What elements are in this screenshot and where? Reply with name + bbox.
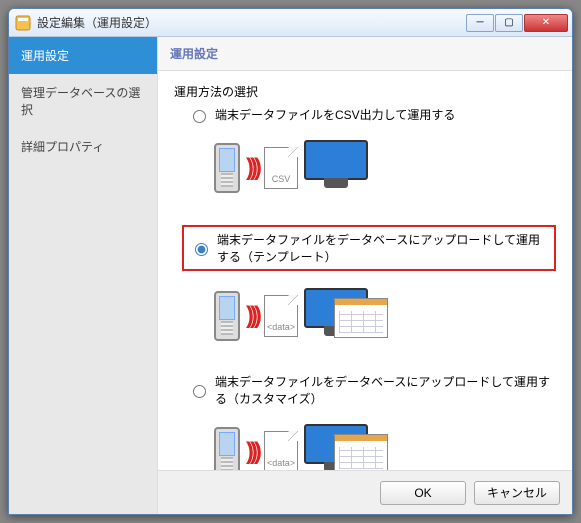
close-button[interactable]: ✕ (524, 14, 568, 32)
option-db-custom[interactable]: 端末データファイルをデータベースにアップロードして運用する（カスタマイズ） (188, 373, 556, 407)
sidebar: 運用設定 管理データベースの選択 詳細プロパティ (9, 37, 157, 514)
ok-button[interactable]: OK (380, 481, 466, 505)
cancel-button[interactable]: キャンセル (474, 481, 560, 505)
monitor-wrap (304, 140, 384, 196)
option-csv-radio[interactable] (193, 110, 206, 123)
diagram-csv: ))) CSV (214, 135, 556, 201)
file-icon: <data> (264, 295, 298, 337)
section-label: 運用方法の選択 (174, 83, 556, 100)
signal-icon: ))) (246, 438, 258, 466)
signal-icon: ))) (246, 154, 258, 182)
sidebar-item-label: 管理データベースの選択 (21, 86, 140, 117)
sidebar-item-label: 詳細プロパティ (21, 140, 104, 154)
db-window-icon (334, 298, 388, 338)
monitor-wrap (304, 424, 384, 470)
db-window-icon (334, 434, 388, 470)
main-panel: 運用設定 運用方法の選択 端末データファイルをCSV出力して運用する ))) C… (157, 37, 572, 514)
option-db-template[interactable]: 端末データファイルをデータベースにアップロードして運用する（テンプレート） (182, 225, 556, 271)
window-body: 運用設定 管理データベースの選択 詳細プロパティ 運用設定 運用方法の選択 端末… (9, 37, 572, 514)
diagram-db-template: ))) <data> (214, 283, 556, 349)
sidebar-item-database[interactable]: 管理データベースの選択 (9, 74, 157, 128)
device-icon (214, 291, 240, 341)
panel-content: 運用方法の選択 端末データファイルをCSV出力して運用する ))) CSV (158, 71, 572, 470)
titlebar[interactable]: 設定編集（運用設定） ─ ▢ ✕ (9, 9, 572, 37)
option-csv[interactable]: 端末データファイルをCSV出力して運用する (188, 106, 556, 123)
device-icon (214, 143, 240, 193)
monitor-icon (304, 140, 368, 180)
window-title: 設定編集（運用設定） (37, 14, 466, 31)
window-controls: ─ ▢ ✕ (466, 14, 568, 32)
sidebar-item-operation[interactable]: 運用設定 (9, 37, 157, 74)
settings-window: 設定編集（運用設定） ─ ▢ ✕ 運用設定 管理データベースの選択 詳細プロパテ… (8, 8, 573, 515)
option-db-custom-radio[interactable] (193, 385, 206, 398)
minimize-button[interactable]: ─ (466, 14, 494, 32)
file-icon: <data> (264, 431, 298, 470)
option-db-template-label: 端末データファイルをデータベースにアップロードして運用する（テンプレート） (217, 231, 548, 265)
footer: OK キャンセル (158, 470, 572, 514)
sidebar-item-properties[interactable]: 詳細プロパティ (9, 128, 157, 165)
app-icon (15, 15, 31, 31)
option-db-template-radio[interactable] (195, 243, 208, 256)
panel-header: 運用設定 (158, 37, 572, 71)
maximize-button[interactable]: ▢ (495, 14, 523, 32)
signal-icon: ))) (246, 302, 258, 330)
file-icon: CSV (264, 147, 298, 189)
monitor-wrap (304, 288, 384, 344)
option-db-custom-label: 端末データファイルをデータベースにアップロードして運用する（カスタマイズ） (215, 373, 556, 407)
diagram-db-custom: ))) <data> (214, 419, 556, 470)
sidebar-item-label: 運用設定 (21, 49, 69, 63)
device-icon (214, 427, 240, 470)
option-csv-label: 端末データファイルをCSV出力して運用する (215, 106, 455, 123)
